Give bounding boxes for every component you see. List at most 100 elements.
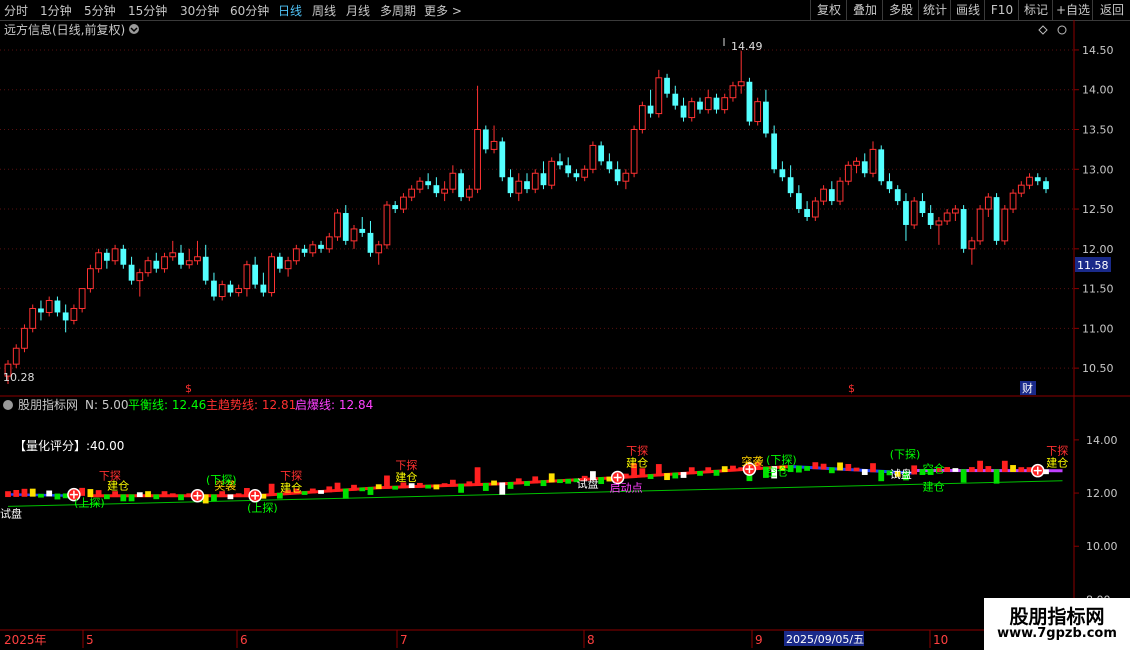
candle-body xyxy=(664,77,670,94)
indicator-menu-icon[interactable] xyxy=(3,400,13,410)
candle-body xyxy=(38,308,44,313)
diamond-icon[interactable] xyxy=(1038,25,1048,35)
period-tab-30min[interactable]: 30分钟 xyxy=(180,2,219,19)
draw-line-button[interactable]: 画线 xyxy=(950,0,985,20)
signal-block xyxy=(524,481,530,486)
period-tab-5min[interactable]: 5分钟 xyxy=(84,2,116,19)
candle-body xyxy=(638,105,646,130)
site-watermark: 股朋指标网 www.7gpzb.com xyxy=(984,598,1130,650)
candle-body xyxy=(383,204,391,246)
add-favorite-button[interactable]: +自选 xyxy=(1052,0,1093,20)
candle-body xyxy=(737,81,745,87)
candle-body xyxy=(993,197,1000,241)
title-dropdown-icon[interactable] xyxy=(129,24,139,34)
settings-circle-icon[interactable] xyxy=(1057,25,1067,35)
candle-body xyxy=(836,180,844,202)
candle-body xyxy=(301,248,308,253)
multi-stock-button[interactable]: 多股 xyxy=(882,0,919,20)
candle-body xyxy=(910,200,918,226)
period-tab-weekly[interactable]: 周线 xyxy=(312,2,336,19)
candle-body xyxy=(548,160,556,186)
candle-body xyxy=(334,212,341,238)
candle-body xyxy=(45,300,53,313)
signal-block xyxy=(441,483,448,487)
statistics-button[interactable]: 统计 xyxy=(918,0,951,20)
signal-block xyxy=(474,467,481,486)
period-tab-more[interactable]: 更多 > xyxy=(424,2,462,19)
signal-block xyxy=(730,465,736,472)
date-month-9: 9 xyxy=(755,633,763,647)
restore-rights-button[interactable]: 复权 xyxy=(810,0,847,20)
signal-block xyxy=(29,488,36,497)
low-marker-label: 10.28 xyxy=(3,371,35,384)
candle-body xyxy=(869,148,877,174)
event-mark-1[interactable]: $ xyxy=(185,382,192,395)
signal-block xyxy=(161,491,168,498)
candle-body xyxy=(465,188,473,198)
period-tab-60min[interactable]: 60分钟 xyxy=(230,2,269,19)
candle-body xyxy=(342,213,349,241)
period-tab-multi[interactable]: 多周期 xyxy=(380,2,416,19)
candle-body xyxy=(136,272,144,282)
watermark-url: www.7gpzb.com xyxy=(997,626,1117,641)
price-tick-label: 13.50 xyxy=(1082,124,1114,137)
candle-body xyxy=(144,260,152,274)
period-tab-1min[interactable]: 1分钟 xyxy=(40,2,72,19)
signal-block xyxy=(178,494,184,501)
period-tab-15min[interactable]: 15分钟 xyxy=(128,2,167,19)
candle-body xyxy=(458,173,464,198)
candle-body xyxy=(128,264,135,281)
candle-body xyxy=(540,173,547,186)
candle-body xyxy=(573,173,580,178)
signal-block xyxy=(318,490,324,494)
signal-block xyxy=(705,467,712,474)
period-tab-timeshare[interactable]: 分时 xyxy=(4,2,28,19)
signal-block xyxy=(153,494,160,500)
date-month-10: 10 xyxy=(933,633,948,647)
f10-button[interactable]: F10 xyxy=(984,0,1019,20)
candle-body xyxy=(622,172,630,182)
candle-body xyxy=(581,168,589,178)
candle-body xyxy=(86,268,94,290)
candle-body xyxy=(968,240,976,250)
stock-chart[interactable]: 14.50 14.00 13.50 13.00 12.50 12.00 11.50 11.00… xyxy=(0,20,1130,650)
signal-block xyxy=(548,473,555,483)
signal-block xyxy=(417,482,423,488)
signal-block xyxy=(21,488,28,497)
trend-line-value: 主趋势线: 12.81 xyxy=(206,398,296,412)
candle-body xyxy=(828,189,835,202)
balance-line-value: 平衡线: 12.46 xyxy=(128,398,206,412)
candle-body xyxy=(630,129,638,174)
top-toolbar: 分时 1分钟 5分钟 15分钟 30分钟 60分钟 日线 周线 月线 多周期 更… xyxy=(0,0,1130,21)
date-month-6: 6 xyxy=(240,633,248,647)
overlay-button[interactable]: 叠加 xyxy=(846,0,883,20)
candle-body xyxy=(878,149,885,182)
candle-body xyxy=(227,284,234,293)
signal-block xyxy=(540,480,547,487)
period-tab-monthly[interactable]: 月线 xyxy=(346,2,370,19)
signal-block xyxy=(458,483,464,493)
signal-up: (上探) xyxy=(247,502,278,515)
date-month-8: 8 xyxy=(587,633,595,647)
candle-body xyxy=(811,200,819,218)
candle-body xyxy=(309,244,317,254)
candle-body xyxy=(161,256,168,270)
signal-try: 试盘 xyxy=(0,507,22,521)
candle-body xyxy=(441,188,449,194)
candle-body xyxy=(111,248,119,262)
chart-title: 远方信息(日线,前复权) xyxy=(4,22,125,37)
mark-button[interactable]: 标记 xyxy=(1018,0,1053,20)
event-mark-2[interactable]: $ xyxy=(848,382,855,395)
candle-body xyxy=(919,201,926,214)
signal-block xyxy=(482,482,489,491)
candle-body xyxy=(243,264,251,290)
signal-block xyxy=(647,474,654,479)
candle-body xyxy=(78,288,86,309)
period-tab-daily[interactable]: 日线 xyxy=(278,2,302,19)
signal-block xyxy=(804,466,810,471)
back-button[interactable]: 返回 xyxy=(1092,0,1130,20)
indicator-blocks xyxy=(5,460,1049,504)
candle-body xyxy=(367,232,374,253)
signal-block xyxy=(103,494,110,500)
price-tick-label: 12.00 xyxy=(1082,243,1114,256)
